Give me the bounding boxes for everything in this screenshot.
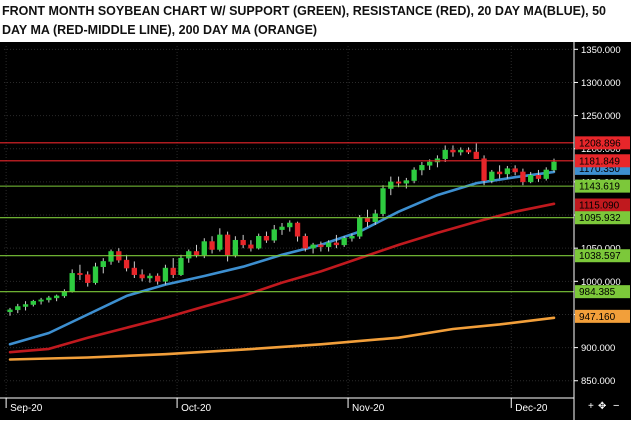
candle-body [302, 235, 308, 249]
chart-title: FRONT MONTH SOYBEAN CHART W/ SUPPORT (GR… [2, 4, 606, 37]
candle-body [154, 275, 161, 282]
candle-body [256, 235, 262, 249]
candle-body [543, 169, 549, 179]
candle-body [551, 161, 557, 171]
candle-body [512, 168, 518, 173]
candle-body [310, 244, 316, 249]
candle-body [458, 149, 464, 153]
y-tick-label: 900.000 [581, 343, 615, 354]
candle-body [147, 275, 153, 279]
candle-body [388, 181, 394, 189]
candle-body [279, 226, 285, 230]
candle-body [341, 237, 347, 246]
x-tick-label: Nov-20 [352, 403, 385, 414]
candle-body [465, 149, 472, 153]
candle-body [294, 222, 301, 237]
y-tick-label: 850.000 [581, 376, 615, 387]
candle-body [318, 244, 324, 248]
candle-body [481, 158, 487, 181]
candle-body [224, 234, 231, 256]
candle-body [131, 267, 138, 275]
candle-body [333, 242, 340, 246]
soybean-chart[interactable]: 850.000900.000950.0001000.0001050.000110… [0, 42, 631, 420]
candle-body [162, 267, 169, 282]
candle-body [411, 169, 417, 181]
candle-body [69, 273, 75, 292]
candle-body [232, 239, 239, 256]
zoom-plus-icon[interactable]: + [588, 401, 594, 412]
candle-body [380, 188, 386, 214]
candle-body [248, 244, 254, 249]
x-tick-label: Sep-20 [10, 403, 43, 414]
support-label: 1038.597 [579, 251, 621, 262]
candle-body [201, 241, 207, 256]
candle-body [178, 257, 184, 275]
candle-body [30, 300, 36, 305]
candle-body [403, 180, 410, 184]
price-axis-bg [574, 42, 631, 420]
candle-body [450, 149, 456, 153]
x-tick-label: Dec-20 [515, 403, 548, 414]
ma-line [8, 316, 556, 361]
candle-body [38, 299, 44, 302]
ma-line [8, 170, 556, 346]
candle-body [271, 229, 277, 241]
candle-body [535, 175, 542, 179]
candle-body [108, 251, 114, 262]
x-tick-label: Oct-20 [181, 403, 211, 414]
candle-body [186, 251, 192, 259]
price-axis: 850.000900.000950.0001000.0001050.000110… [573, 42, 631, 420]
candle-body [419, 165, 425, 171]
candle-body [520, 171, 526, 183]
support-label: 1095.932 [579, 213, 621, 224]
moving-average-layer [8, 170, 556, 361]
candle-body [53, 295, 60, 299]
zoom-arrows-icon[interactable]: ✥ [598, 401, 606, 412]
candle-body [263, 235, 270, 241]
candle-body [85, 274, 91, 283]
candle-body [426, 161, 433, 166]
zoom-minus-icon[interactable]: − [613, 400, 619, 412]
candle-body [504, 168, 511, 175]
support-resistance-layer [0, 142, 574, 293]
axis-controls: + ✥ − [588, 400, 619, 412]
support-label: 984.385 [579, 287, 616, 298]
candle-body [100, 261, 106, 267]
resistance-label: 1208.896 [579, 138, 621, 149]
candle-body [193, 251, 200, 256]
ma-value-label: 947.160 [579, 312, 616, 323]
y-tick-label: 1250.000 [581, 111, 621, 122]
candle-body [473, 151, 479, 159]
candle-body [489, 171, 495, 181]
y-tick-label: 1300.000 [581, 78, 621, 89]
ma-value-label: 1115.090 [579, 201, 620, 212]
candle-layer [7, 143, 557, 316]
candle-body [528, 175, 534, 183]
chart-svg: 850.000900.000950.0001000.0001050.000110… [0, 42, 631, 420]
candle-body [22, 304, 29, 307]
candle-body [496, 171, 503, 175]
candle-body [240, 239, 246, 246]
candle-body [77, 273, 83, 275]
candle-body [139, 274, 145, 279]
candle-body [92, 266, 99, 283]
candle-body [209, 241, 215, 250]
candle-body [442, 149, 448, 159]
candle-body [170, 267, 176, 275]
candle-body [15, 306, 21, 311]
time-axis: Sep-20 Oct-20 Nov-20 Dec-20 [0, 397, 574, 414]
candle-body [46, 297, 52, 301]
candle-body [395, 181, 402, 184]
candle-body [364, 218, 371, 222]
resistance-label: 1181.849 [579, 156, 620, 167]
candle-body [349, 235, 355, 239]
y-tick-label: 1350.000 [581, 45, 621, 56]
candle-body [7, 309, 13, 313]
support-label: 1143.619 [579, 182, 620, 193]
candle-body [217, 234, 223, 250]
candle-body [357, 218, 363, 237]
candle-body [287, 222, 293, 228]
candle-body [123, 259, 130, 269]
candle-body [325, 242, 332, 248]
